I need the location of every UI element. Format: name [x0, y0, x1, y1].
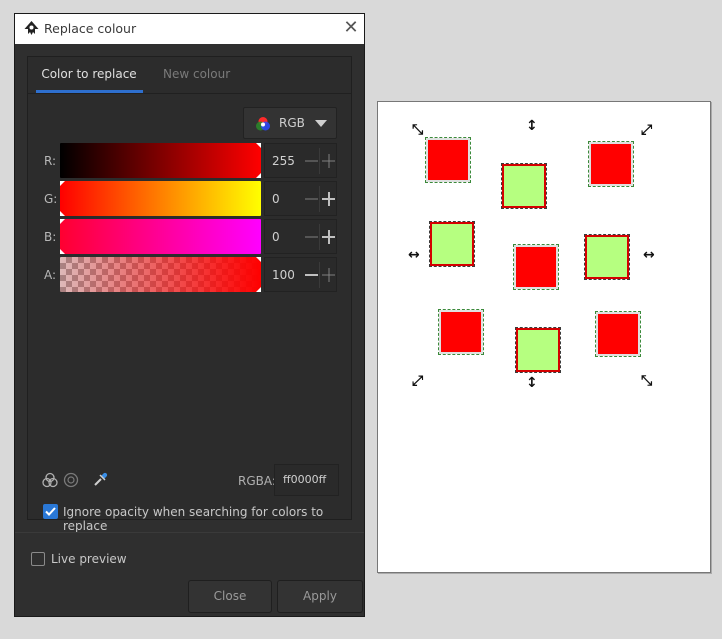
resize-handle-nw-icon[interactable]: ⤡: [412, 123, 423, 137]
rgb-circles-icon: [256, 117, 270, 131]
channel-label-g: G:: [44, 192, 58, 206]
alpha-spinbox[interactable]: 100: [264, 257, 337, 292]
canvas-page[interactable]: ⤡ ↕ ⤢ ↔ ↔ ⤢ ↕ ⤡: [377, 101, 711, 573]
slider-handle-top: [60, 219, 65, 224]
replace-colour-dialog: Replace colour ✕ Color to replace New co…: [14, 13, 365, 617]
slider-handle-top: [256, 143, 261, 148]
color-wheel-icon[interactable]: [63, 472, 79, 488]
red-square[interactable]: [595, 311, 641, 357]
resize-handle-se-icon[interactable]: ⤡: [641, 374, 652, 388]
green-square[interactable]: [501, 163, 547, 209]
resize-handle-s-icon[interactable]: ↕: [526, 376, 538, 390]
blue-slider[interactable]: [60, 219, 261, 254]
minus-icon[interactable]: [305, 160, 318, 162]
blue-value[interactable]: 0: [272, 230, 280, 244]
resize-handle-n-icon[interactable]: ↕: [526, 119, 538, 133]
red-value[interactable]: 255: [272, 154, 295, 168]
window-title: Replace colour: [44, 21, 137, 36]
color-mixer-icon[interactable]: [42, 472, 58, 488]
spin-divider: [319, 262, 320, 288]
slider-handle-bottom: [60, 211, 65, 216]
slider-handle-bottom: [60, 249, 65, 254]
slider-handle-bottom: [256, 173, 261, 178]
rgba-label: RGBA:: [238, 474, 276, 488]
minus-icon[interactable]: [305, 198, 318, 200]
checkmark-icon: [45, 507, 56, 516]
color-mode-dropdown[interactable]: RGB: [243, 107, 337, 139]
spin-divider: [319, 224, 320, 250]
red-square[interactable]: [438, 309, 484, 355]
tab-divider: [28, 93, 351, 94]
close-button[interactable]: Close: [188, 580, 272, 613]
plus-icon-vertical: [327, 192, 330, 206]
slider-handle-top: [256, 257, 261, 262]
spin-divider: [319, 148, 320, 174]
minus-icon[interactable]: [305, 236, 318, 238]
green-square[interactable]: [429, 221, 475, 267]
green-square[interactable]: [584, 234, 630, 280]
green-slider[interactable]: [60, 181, 261, 216]
green-value[interactable]: 0: [272, 192, 280, 206]
alpha-value[interactable]: 100: [272, 268, 295, 282]
section-divider: [15, 532, 364, 533]
green-spinbox[interactable]: 0: [264, 181, 337, 216]
live-preview-checkbox[interactable]: [31, 552, 45, 566]
resize-handle-sw-icon[interactable]: ⤢: [412, 374, 423, 388]
eyedropper-icon[interactable]: [92, 471, 109, 488]
plus-icon-vertical: [327, 268, 330, 282]
red-square[interactable]: [588, 141, 634, 187]
red-square[interactable]: [425, 137, 471, 183]
slider-handle-bottom: [256, 287, 261, 292]
ignore-opacity-checkbox[interactable]: [43, 504, 58, 519]
ignore-opacity-label[interactable]: Ignore opacity when searching for colors…: [63, 505, 351, 533]
channel-label-r: R:: [44, 154, 57, 168]
tab-new-colour[interactable]: New colour: [163, 67, 230, 95]
minus-icon[interactable]: [305, 274, 318, 276]
red-slider[interactable]: [60, 143, 261, 178]
red-spinbox[interactable]: 255: [264, 143, 337, 178]
channel-label-a: A:: [44, 268, 57, 282]
color-mode-label: RGB: [279, 116, 305, 130]
titlebar: Replace colour ✕: [15, 14, 364, 44]
green-square[interactable]: [515, 327, 561, 373]
blue-spinbox[interactable]: 0: [264, 219, 337, 254]
chevron-down-icon: [315, 120, 327, 127]
resize-handle-ne-icon[interactable]: ⤢: [641, 123, 652, 137]
resize-handle-e-icon[interactable]: ↔: [643, 248, 655, 262]
plus-icon-vertical: [327, 154, 330, 168]
rgba-input[interactable]: ff0000ff: [274, 464, 339, 496]
alpha-slider[interactable]: [60, 257, 261, 292]
spin-divider: [319, 186, 320, 212]
slider-handle-top: [60, 181, 65, 186]
resize-handle-w-icon[interactable]: ↔: [408, 248, 420, 262]
channel-label-b: B:: [44, 230, 57, 244]
plus-icon-vertical: [327, 230, 330, 244]
inkscape-logo-icon: [24, 21, 39, 35]
apply-button[interactable]: Apply: [277, 580, 363, 613]
close-icon[interactable]: ✕: [341, 18, 361, 38]
red-square[interactable]: [513, 244, 559, 290]
color-panel: Color to replace New colour RGB R: 255 G…: [27, 56, 352, 533]
live-preview-label[interactable]: Live preview: [51, 552, 127, 566]
